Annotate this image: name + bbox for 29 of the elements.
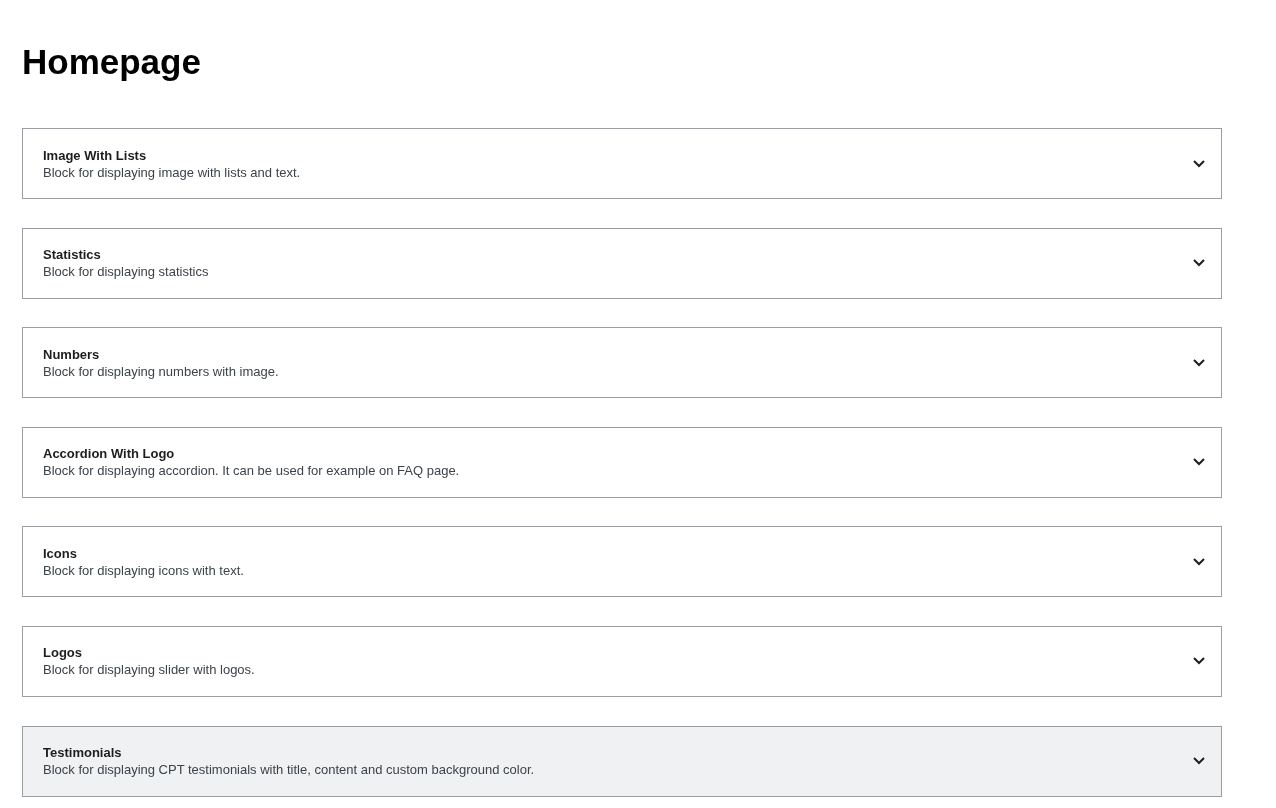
accordion-panel[interactable]: Logos Block for displaying slider with logos. [22, 625, 1222, 697]
block-title: Icons [43, 545, 78, 561]
chevron-down-icon[interactable] [1193, 159, 1205, 168]
chevron-down-icon[interactable] [1193, 358, 1205, 367]
block-description: Block for displaying CPT testimonials with title, content and custom background color. [43, 762, 535, 778]
block-description: Block for displaying slider with logos. [43, 662, 255, 678]
accordion-panel[interactable]: Numbers Block for displaying numbers with image. [22, 327, 1222, 399]
block-title: Numbers [43, 346, 101, 362]
block-title: Accordion With Logo [43, 446, 176, 462]
block-description: Block for displaying image with lists and text. [43, 164, 301, 180]
page-title: Homepage [22, 41, 202, 83]
chevron-down-icon[interactable] [1193, 657, 1205, 666]
chevron-down-icon[interactable] [1193, 557, 1205, 566]
block-description: Block for displaying accordion. It can be used for example on FAQ page. [43, 463, 460, 479]
accordion-panel[interactable]: Statistics Block for displaying statistics [22, 227, 1222, 299]
accordion-panel[interactable]: Testimonials Block for displaying CPT testimonials with title, content and custom background color. [22, 725, 1222, 797]
chevron-down-icon[interactable] [1193, 757, 1205, 766]
chevron-down-icon[interactable] [1193, 259, 1205, 268]
block-title: Logos [43, 645, 83, 661]
block-description: Block for displaying icons with text. [43, 562, 244, 578]
accordion-panel[interactable]: Icons Block for displaying icons with text. [22, 526, 1222, 598]
block-title: Statistics [43, 247, 102, 263]
accordion-panel[interactable]: Image With Lists Block for displaying image with lists and text. [22, 128, 1222, 199]
block-description: Block for displaying numbers with image. [43, 363, 279, 379]
block-description: Block for displaying statistics [43, 264, 209, 280]
chevron-down-icon[interactable] [1193, 458, 1205, 467]
block-title: Image With Lists [43, 147, 148, 163]
accordion-panel[interactable]: Accordion With Logo Block for displaying accordion. It can be used for example on FAQ page. [22, 426, 1222, 498]
block-title: Testimonials [43, 745, 123, 761]
